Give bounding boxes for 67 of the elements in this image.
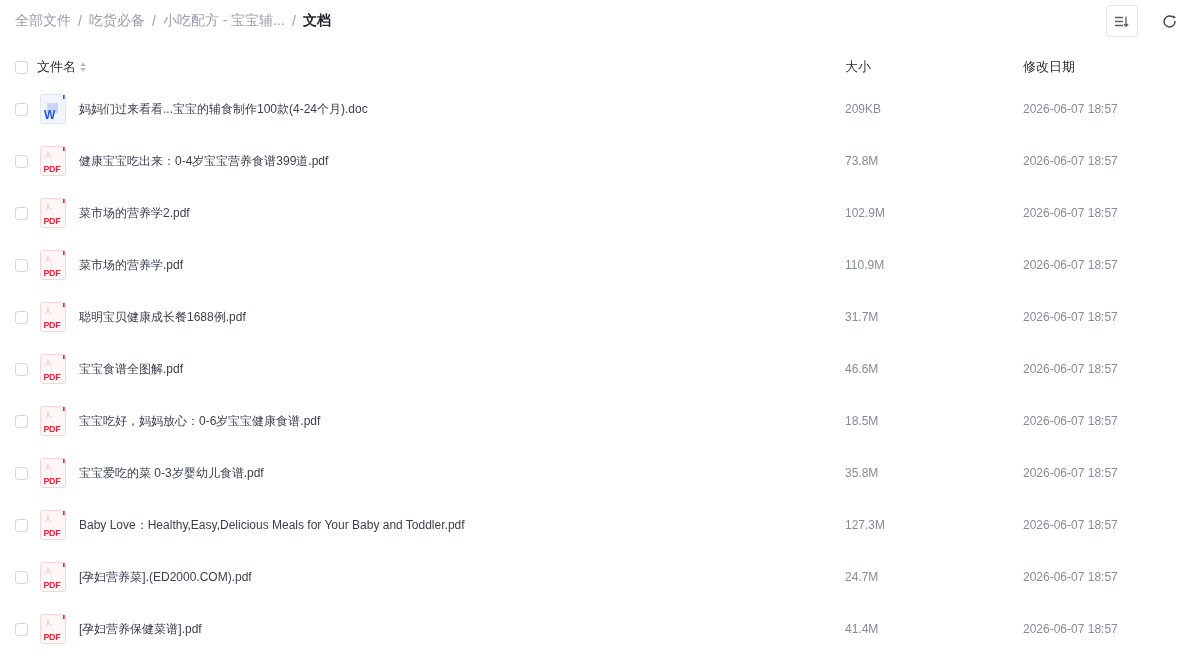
modified-date: 2026-06-07 18:57 xyxy=(1023,154,1118,168)
row-checkbox[interactable] xyxy=(15,362,28,376)
file-size: 46.6M xyxy=(845,362,880,376)
file-size: 31.7M xyxy=(845,310,880,324)
modified-date: 2026-06-07 18:57 xyxy=(1023,570,1118,584)
row-checkbox[interactable] xyxy=(15,466,28,480)
file-name[interactable]: Baby Love：Healthy,Easy,Delicious Meals for Your Baby and Toddler.pdf xyxy=(79,516,845,534)
pdf-file-icon: PDF xyxy=(40,562,66,592)
row-checkbox[interactable] xyxy=(15,206,28,220)
file-name[interactable]: 宝宝爱吃的菜 0-3岁婴幼儿食谱.pdf xyxy=(79,464,845,482)
breadcrumb-separator: / xyxy=(291,13,296,29)
column-header: 大小 xyxy=(845,58,871,76)
modified-date: 2026-06-07 18:57 xyxy=(1023,466,1118,480)
word-document-icon: W xyxy=(40,94,66,124)
pdf-file-icon: PDF xyxy=(40,250,66,280)
pdf-file-icon: PDF xyxy=(40,354,66,384)
modified-date: 2026-06-07 18:57 xyxy=(1023,206,1118,220)
pdf-file-icon: PDF xyxy=(40,302,66,332)
file-name[interactable]: 聪明宝贝健康成长餐1688例.pdf xyxy=(79,308,845,326)
file-size: 110.9M xyxy=(845,258,886,272)
row-checkbox[interactable] xyxy=(15,310,28,324)
modified-date: 2026-06-07 18:57 xyxy=(1023,310,1118,324)
file-size: 41.4M xyxy=(845,622,880,636)
file-name[interactable]: [孕妇营养菜].(ED2000.COM).pdf xyxy=(79,568,845,586)
modified-date: 2026-06-07 18:57 xyxy=(1023,258,1118,272)
breadcrumb-separator: / xyxy=(78,13,82,29)
pdf-file-icon: PDF xyxy=(40,510,66,540)
refresh-icon[interactable] xyxy=(1162,13,1177,29)
file-name[interactable]: [孕妇营养保健菜谱].pdf xyxy=(79,620,845,638)
sort-lines-icon xyxy=(1115,15,1129,27)
row-checkbox[interactable] xyxy=(15,102,28,116)
sort-caret-icon[interactable] xyxy=(80,62,86,72)
pdf-file-icon: PDF xyxy=(40,406,66,436)
select-all-checkbox[interactable] xyxy=(15,60,28,74)
breadcrumb-current: 文档 xyxy=(302,12,331,30)
file-name[interactable]: 宝宝食谱全图解.pdf xyxy=(79,360,845,378)
pdf-file-icon: PDF xyxy=(40,458,66,488)
file-size: 102.9M xyxy=(845,206,887,220)
row-checkbox[interactable] xyxy=(15,622,28,636)
file-name[interactable]: 菜市场的营养学2.pdf xyxy=(79,204,845,222)
file-name[interactable]: 妈妈们过来看看...宝宝的辅食制作100款(4-24个月).doc xyxy=(79,100,845,118)
file-size: 35.8M xyxy=(845,466,880,480)
row-checkbox[interactable] xyxy=(15,258,28,272)
pdf-file-icon: PDF xyxy=(40,198,66,228)
file-name[interactable]: 菜市场的营养学.pdf xyxy=(79,256,845,274)
pdf-file-icon: PDF xyxy=(40,614,66,644)
modified-date: 2026-06-07 18:57 xyxy=(1023,414,1118,428)
sort-button[interactable] xyxy=(1106,5,1138,37)
row-checkbox[interactable] xyxy=(15,414,28,428)
file-name[interactable]: 宝宝吃好，妈妈放心：0-6岁宝宝健康食谱.pdf xyxy=(79,412,845,430)
file-size: 24.7M xyxy=(845,570,880,584)
row-checkbox[interactable] xyxy=(15,518,28,532)
file-size: 127.3M xyxy=(845,518,887,532)
file-size: 18.5M xyxy=(845,414,880,428)
modified-date: 2026-06-07 18:57 xyxy=(1023,102,1118,116)
modified-date: 2026-06-07 18:57 xyxy=(1023,622,1118,636)
file-size: 209KB xyxy=(845,102,883,116)
modified-date: 2026-06-07 18:57 xyxy=(1023,518,1118,532)
breadcrumb-separator: / xyxy=(151,13,156,29)
modified-date: 2026-06-07 18:57 xyxy=(1023,362,1118,376)
file-size: 73.8M xyxy=(845,154,880,168)
pdf-file-icon: PDF xyxy=(40,146,66,176)
column-header: 修改日期 xyxy=(1023,58,1075,76)
file-name[interactable]: 健康宝宝吃出来：0-4岁宝宝营养食谱399道.pdf xyxy=(79,152,845,170)
column-header: 文件名 xyxy=(37,58,76,76)
row-checkbox[interactable] xyxy=(15,154,28,168)
row-checkbox[interactable] xyxy=(15,570,28,584)
